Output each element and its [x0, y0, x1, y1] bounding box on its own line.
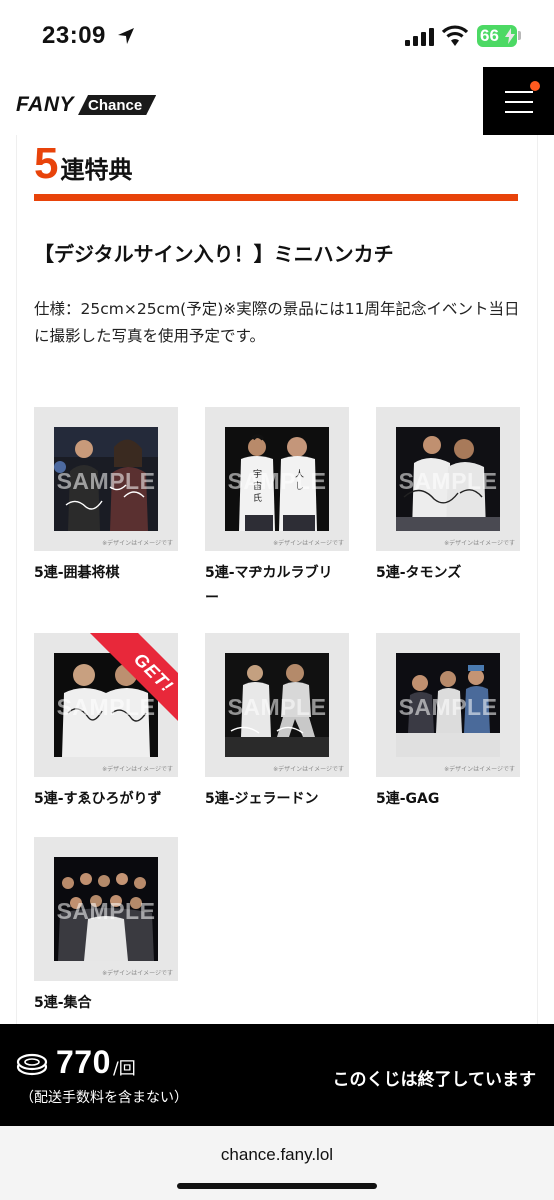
menu-line-icon	[505, 101, 533, 103]
purchase-bar: 770 /回 （配送手数料を含まない） このくじは終了しています	[0, 1024, 554, 1126]
image-disclaimer: ※デザインはイメージです	[444, 540, 515, 547]
prize-item-label: 5連-GAG	[376, 791, 440, 807]
menu-line-icon	[505, 91, 533, 93]
sample-watermark: SAMPLE	[56, 694, 156, 720]
fany-chance-logo[interactable]: FANY Chance	[16, 93, 156, 116]
lottery-ended-status: このくじは終了しています	[332, 1070, 537, 1090]
section-number: 5	[34, 139, 59, 188]
section-divider	[34, 194, 518, 201]
menu-line-icon	[505, 111, 533, 113]
sample-watermark: SAMPLE	[398, 694, 498, 720]
logo-fany-text: FANY	[16, 93, 75, 116]
sample-watermark: SAMPLE	[398, 468, 498, 494]
status-time: 23:09	[42, 22, 106, 49]
prize-item-label: 5連-タモンズ	[376, 565, 462, 581]
battery-level: 66	[480, 26, 499, 45]
status-bar: 23:09 66	[0, 0, 554, 70]
battery-cap	[518, 31, 521, 40]
prize-thumbnail: SAMPLE ※デザインはイメージです	[205, 633, 349, 777]
wifi-icon	[442, 25, 468, 46]
charging-bolt-icon	[505, 28, 515, 44]
section-title: 5 連特典	[34, 142, 132, 186]
sample-watermark: SAMPLE	[227, 468, 327, 494]
image-disclaimer: ※デザインはイメージです	[273, 540, 344, 547]
battery-indicator: 66	[477, 25, 517, 47]
prize-thumbnail: SAMPLE ※デザインはイメージです	[34, 407, 178, 551]
prize-thumbnail: SAMPLE ※デザインはイメージです GET!	[34, 633, 178, 777]
prize-thumbnail: SAMPLE ※デザインはイメージです	[34, 837, 178, 981]
shipping-note: （配送手数料を含まない）	[20, 1090, 188, 1106]
logo-chance-text: Chance	[78, 95, 156, 115]
prize-title: 【デジタルサイン入り！】ミニハンカチ	[34, 242, 394, 266]
prize-item-label: 5連-集合	[34, 995, 92, 1011]
prize-thumbnail: 宇 宙 氏 人 し SAMPLE ※デザインはイメージです	[205, 407, 349, 551]
prize-item-label: 5連-マヂカルラブリー	[205, 565, 333, 606]
prize-item-label: 5連-すゑひろがりず	[34, 791, 162, 807]
prize-description: 仕様：25cm×25cm(予定)※実際の景品には11周年記念イベント当日に撮影し…	[34, 300, 520, 345]
image-disclaimer: ※デザインはイメージです	[102, 766, 173, 773]
url-text[interactable]: chance.fany.lol	[0, 1145, 554, 1165]
image-disclaimer: ※デザインはイメージです	[102, 540, 173, 547]
image-disclaimer: ※デザインはイメージです	[444, 766, 515, 773]
home-indicator[interactable]	[177, 1183, 377, 1189]
sample-watermark: SAMPLE	[56, 898, 156, 924]
location-arrow-icon	[118, 28, 134, 44]
prize-thumbnail: SAMPLE ※デザインはイメージです	[376, 633, 520, 777]
coin-icon	[16, 1053, 48, 1076]
prize-item-label: 5連-囲碁将棋	[34, 565, 120, 581]
sample-watermark: SAMPLE	[227, 694, 327, 720]
price-unit: /回	[113, 1059, 136, 1079]
signal-icon	[405, 28, 434, 46]
price-value: 770	[56, 1044, 111, 1080]
notification-dot	[530, 81, 540, 91]
hamburger-menu-button[interactable]	[483, 67, 554, 135]
image-disclaimer: ※デザインはイメージです	[102, 970, 173, 977]
site-header: FANY Chance	[0, 67, 554, 135]
browser-address-bar[interactable]: chance.fany.lol	[0, 1126, 554, 1200]
section-title-text: 連特典	[60, 156, 133, 184]
prize-thumbnail: SAMPLE ※デザインはイメージです	[376, 407, 520, 551]
image-disclaimer: ※デザインはイメージです	[273, 766, 344, 773]
prize-item-label: 5連-ジェラードン	[205, 791, 319, 807]
sample-watermark: SAMPLE	[56, 468, 156, 494]
